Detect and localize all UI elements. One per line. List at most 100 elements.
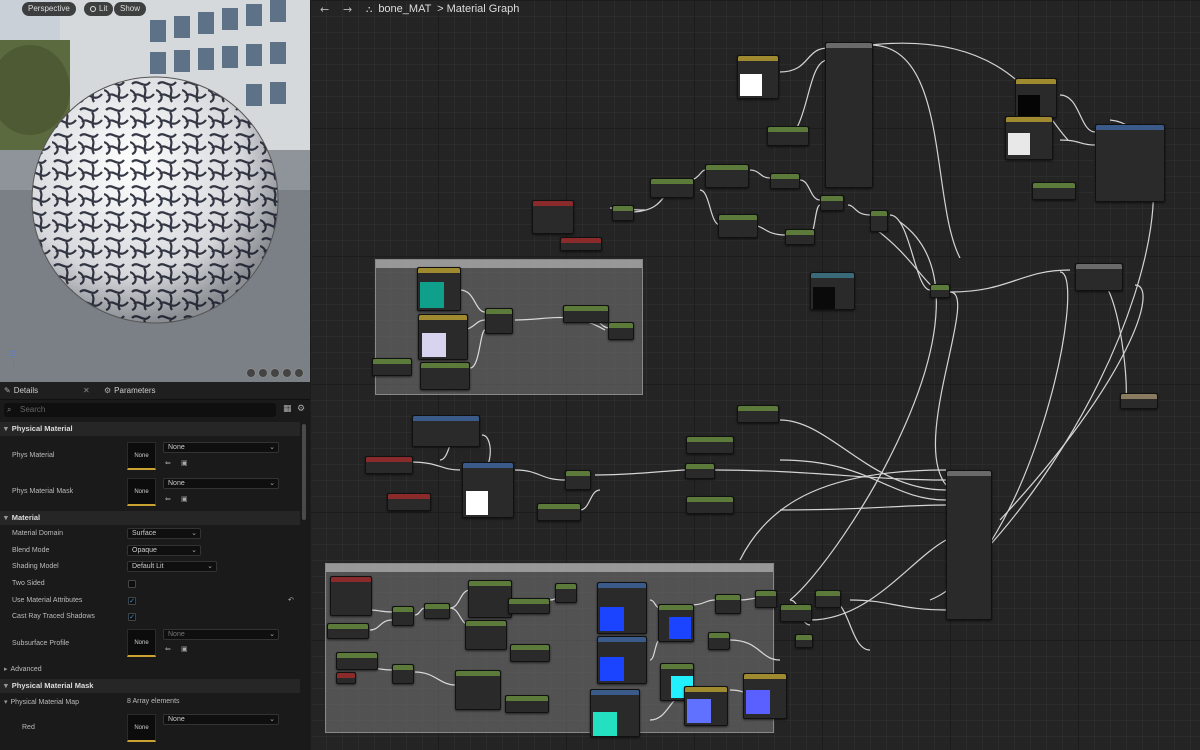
gear-icon[interactable]: ⚙ <box>297 404 305 414</box>
vector-parameter-node[interactable] <box>1015 78 1057 118</box>
red-dropdown[interactable]: None ⌄ <box>163 714 279 725</box>
texture-sample-node[interactable] <box>462 462 514 518</box>
parameter-node-red[interactable] <box>532 200 574 234</box>
math-node[interactable] <box>424 603 450 619</box>
preview-viewport[interactable]: Perspective Lit Show Z <box>0 0 310 382</box>
scalar-parameter-node[interactable] <box>563 305 609 323</box>
parameter-node-red[interactable] <box>365 456 413 474</box>
parameter-node-red[interactable] <box>387 493 431 511</box>
math-node[interactable] <box>420 362 470 390</box>
use-selected-icon[interactable]: ⇐ <box>165 495 171 503</box>
details-scrollbar[interactable] <box>302 424 306 520</box>
math-node[interactable] <box>708 632 730 650</box>
lerp-node[interactable] <box>485 308 513 334</box>
show-button[interactable]: Show <box>114 2 147 16</box>
use-selected-icon[interactable]: ⇐ <box>165 645 171 653</box>
scalar-parameter-node[interactable] <box>372 358 412 376</box>
vector-parameter-node[interactable] <box>418 314 468 360</box>
cube-icon[interactable] <box>282 368 292 378</box>
math-node[interactable] <box>455 670 501 710</box>
math-node[interactable] <box>785 229 815 245</box>
browse-icon[interactable]: ▣ <box>181 459 188 467</box>
texture-sample-node[interactable] <box>597 636 647 684</box>
tab-details[interactable]: ✎ Details <box>4 382 38 400</box>
parameter-node-red[interactable] <box>560 237 602 251</box>
use-material-attributes-checkbox[interactable]: ✓ <box>128 597 136 605</box>
viewport-preview-shapes[interactable] <box>246 368 304 378</box>
parameter-node-red[interactable] <box>330 576 372 616</box>
scalar-parameter-node[interactable] <box>505 695 549 713</box>
use-selected-icon[interactable]: ⇐ <box>165 459 171 467</box>
reroute-node[interactable] <box>930 284 950 298</box>
perspective-button[interactable]: Perspective <box>22 2 76 16</box>
math-node[interactable] <box>820 195 844 211</box>
vector-node[interactable] <box>658 604 694 642</box>
section-material[interactable]: ▾ Material <box>0 511 300 525</box>
math-node[interactable] <box>468 580 512 618</box>
math-node[interactable] <box>612 205 634 221</box>
shading-model-dropdown[interactable]: Default Lit ⌄ <box>127 561 217 572</box>
math-node[interactable] <box>465 620 507 650</box>
material-attributes-node[interactable] <box>825 42 873 188</box>
math-node[interactable] <box>685 463 715 479</box>
reroute-node[interactable] <box>795 634 813 648</box>
physical-material-map-label[interactable]: ▾ Physical Material Map <box>4 698 79 706</box>
vector-parameter-node[interactable] <box>417 267 461 311</box>
scalar-parameter-node[interactable] <box>1032 182 1076 200</box>
texture-sample-node[interactable] <box>597 582 647 634</box>
material-output-node[interactable] <box>946 470 992 620</box>
parameter-node-red[interactable] <box>336 672 356 684</box>
tab-details-close[interactable]: ✕ <box>83 382 90 400</box>
plane-icon[interactable] <box>270 368 280 378</box>
math-node[interactable] <box>565 470 591 490</box>
math-node[interactable] <box>755 590 777 608</box>
cylinder-icon[interactable] <box>258 368 268 378</box>
browse-icon[interactable]: ▣ <box>181 495 188 503</box>
subsurface-profile-thumbnail[interactable]: None <box>127 629 156 657</box>
make-material-attributes-node[interactable] <box>1075 263 1123 291</box>
teapot-icon[interactable] <box>294 368 304 378</box>
math-node[interactable] <box>392 606 414 626</box>
red-thumbnail[interactable]: None <box>127 714 156 742</box>
material-graph-canvas[interactable]: ← → ⛬ bone_MAT > Material Graph <box>310 0 1200 750</box>
output-node[interactable] <box>1120 393 1158 409</box>
tab-parameters[interactable]: ⚙ Parameters <box>104 382 156 400</box>
constant-node[interactable] <box>810 272 855 310</box>
scalar-parameter-node[interactable] <box>327 623 369 639</box>
vector-parameter-node[interactable] <box>743 673 787 719</box>
cast-ray-traced-shadows-checkbox[interactable]: ✓ <box>128 613 136 621</box>
texture-coordinate-node[interactable] <box>412 415 480 447</box>
phys-material-mask-thumbnail[interactable]: None <box>127 478 156 506</box>
math-node[interactable] <box>705 164 749 188</box>
texture-sample-node[interactable] <box>737 55 779 99</box>
math-node[interactable] <box>780 604 812 622</box>
section-physical-material-mask[interactable]: ▾ Physical Material Mask <box>0 679 300 693</box>
phys-material-mask-dropdown[interactable]: None ⌄ <box>163 478 279 489</box>
browse-icon[interactable]: ▣ <box>181 645 188 653</box>
scalar-parameter-node[interactable] <box>737 405 779 423</box>
advanced-toggle[interactable]: ▸ Advanced <box>4 665 42 673</box>
math-node[interactable] <box>870 210 888 232</box>
scalar-parameter-node[interactable] <box>508 598 550 614</box>
scalar-parameter-node[interactable] <box>537 503 581 521</box>
math-node[interactable] <box>650 178 694 198</box>
two-sided-checkbox[interactable] <box>128 580 136 588</box>
scalar-parameter-node[interactable] <box>686 436 734 454</box>
math-node[interactable] <box>555 583 577 603</box>
math-node[interactable] <box>718 214 758 238</box>
scalar-parameter-node[interactable] <box>510 644 550 662</box>
sphere-icon[interactable] <box>246 368 256 378</box>
math-node[interactable] <box>715 594 741 614</box>
table-view-icon[interactable]: ▦ <box>283 404 292 414</box>
blend-node[interactable] <box>1095 124 1165 202</box>
scalar-parameter-node[interactable] <box>767 126 809 146</box>
subsurface-profile-dropdown[interactable]: None ⌄ <box>163 629 279 640</box>
material-domain-dropdown[interactable]: Surface ⌄ <box>127 528 201 539</box>
blend-mode-dropdown[interactable]: Opaque ⌄ <box>127 545 201 556</box>
vector-parameter-node[interactable] <box>1005 116 1053 160</box>
details-search-input[interactable]: ⌕ Search <box>4 403 276 417</box>
math-node[interactable] <box>815 590 841 608</box>
phys-material-thumbnail[interactable]: None <box>127 442 156 470</box>
scalar-parameter-node[interactable] <box>686 496 734 514</box>
lit-button[interactable]: Lit <box>84 2 114 16</box>
